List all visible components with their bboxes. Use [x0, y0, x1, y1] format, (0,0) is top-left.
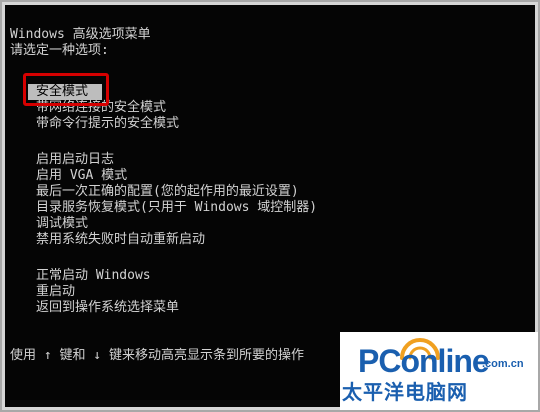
watermark-logo: PConline .com.cn 太平洋电脑网	[340, 332, 538, 410]
menu-prompt: 请选定一种选项:	[10, 43, 109, 58]
menu-item-start-windows-normally[interactable]: 正常启动 Windows	[36, 268, 151, 284]
menu-item-safe-mode-command-prompt[interactable]: 带命令行提示的安全模式	[36, 116, 179, 132]
menu-item-debugging-mode[interactable]: 调试模式	[36, 216, 88, 232]
menu-item-return-to-os-menu[interactable]: 返回到操作系统选择菜单	[36, 300, 179, 316]
watermark-domain: .com.cn	[482, 358, 524, 370]
menu-item-disable-auto-restart[interactable]: 禁用系统失败时自动重新启动	[36, 232, 205, 248]
menu-item-enable-boot-logging[interactable]: 启用启动日志	[36, 152, 114, 168]
watermark-chinese-name: 太平洋电脑网	[342, 380, 468, 404]
menu-item-enable-vga-mode[interactable]: 启用 VGA 模式	[36, 168, 127, 184]
menu-item-last-known-good[interactable]: 最后一次正确的配置(您的起作用的最近设置)	[36, 184, 299, 200]
screenshot-frame: Windows 高级选项菜单 请选定一种选项: 安全模式 带网络连接的安全模式 …	[0, 0, 540, 412]
menu-title: Windows 高级选项菜单	[10, 27, 151, 42]
menu-item-reboot[interactable]: 重启动	[36, 284, 75, 300]
navigation-hint: 使用 ↑ 键和 ↓ 键来移动高亮显示条到所要的操作	[10, 348, 304, 363]
annotation-highlight-box	[23, 73, 109, 106]
watermark-brand: PConline	[358, 343, 490, 379]
menu-item-directory-services-restore[interactable]: 目录服务恢复模式(只用于 Windows 域控制器)	[36, 200, 317, 216]
